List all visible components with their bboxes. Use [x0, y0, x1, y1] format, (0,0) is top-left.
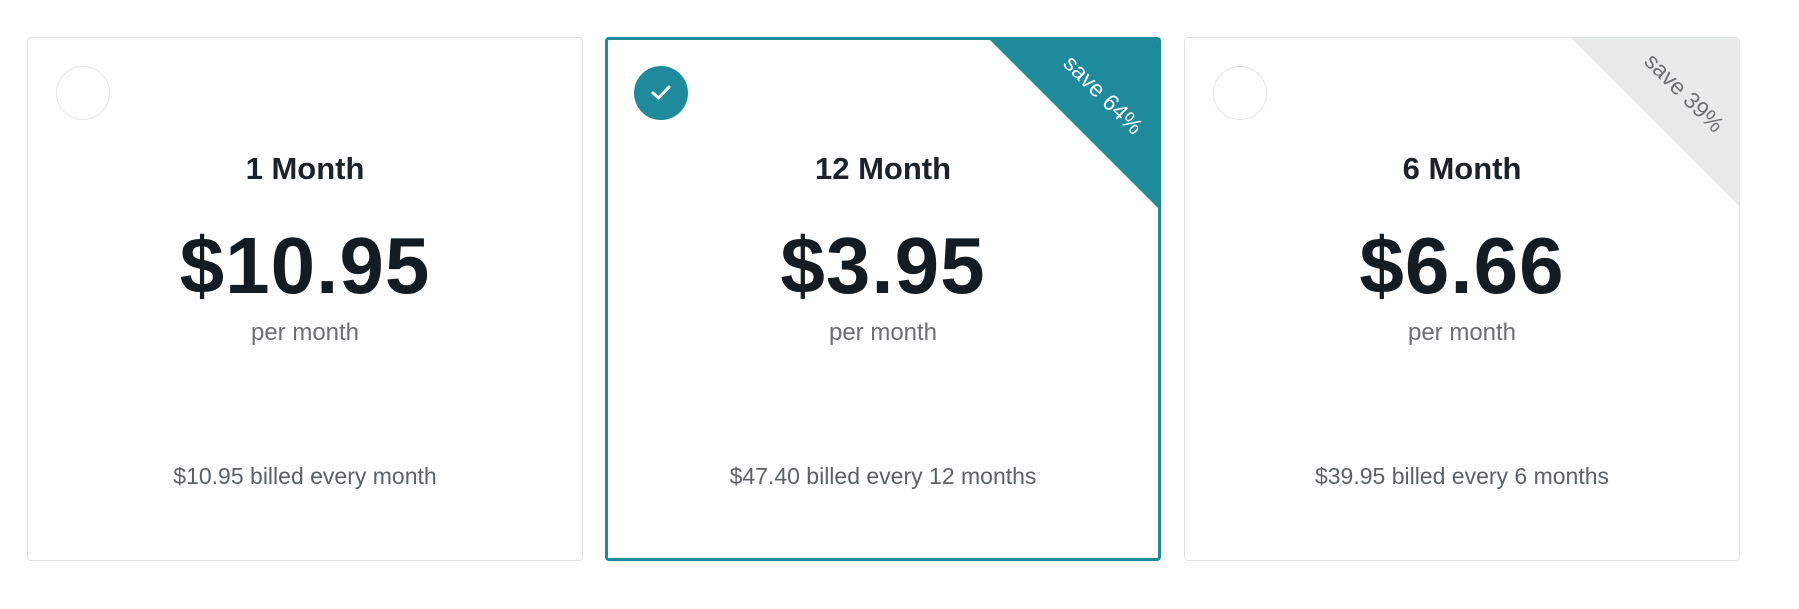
checkmark-glyph: [651, 85, 671, 100]
plan-name: 6 Month: [1402, 151, 1522, 186]
plan-period: per month: [828, 319, 938, 346]
plan-card-6-month[interactable]: save 39% 6 Month $6.66 per month $39.95 …: [1184, 37, 1740, 561]
plan-billing-note: $39.95 billed every 6 months: [1314, 463, 1610, 489]
plan-period: per month: [250, 319, 360, 346]
plan-billing-note: $47.40 billed every 12 months: [729, 463, 1037, 489]
plan-billing-note: $10.95 billed every month: [173, 463, 437, 489]
checkmark-icon[interactable]: [634, 66, 688, 120]
plan-price: $6.66: [1359, 221, 1565, 310]
plan-card-1-month[interactable]: 1 Month $10.95 per month $10.95 billed e…: [27, 37, 583, 561]
radio-circle-icon[interactable]: [56, 66, 110, 120]
plan-selector: 1 Month $10.95 per month $10.95 billed e…: [0, 0, 1799, 609]
plan-name: 1 Month: [245, 151, 365, 186]
plan-price: $3.95: [780, 221, 986, 310]
plan-price: $10.95: [179, 221, 431, 310]
radio-circle-icon[interactable]: [1213, 66, 1267, 120]
plan-name: 12 Month: [814, 151, 952, 186]
plan-period: per month: [1407, 319, 1517, 346]
plan-card-12-month[interactable]: save 64% 12 Month $3.95 per month $47.40…: [605, 37, 1161, 561]
